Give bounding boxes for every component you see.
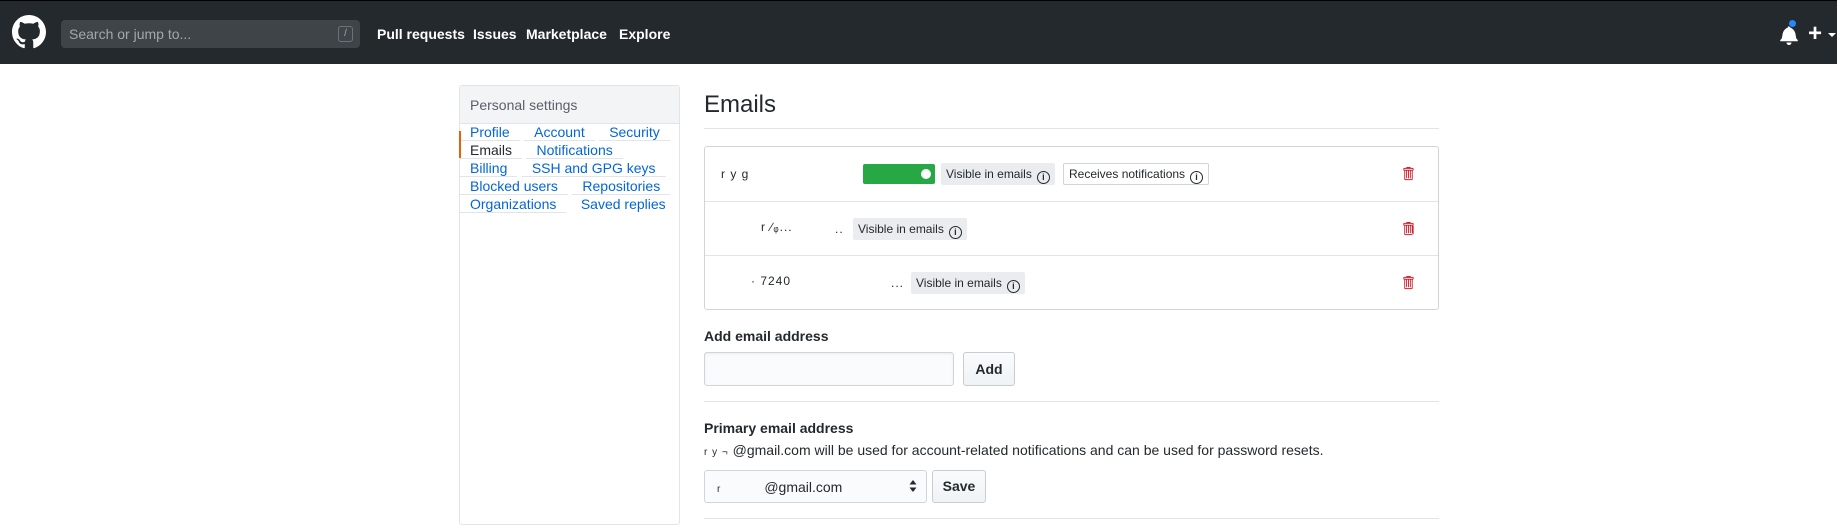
primary-email-label: Primary email address xyxy=(704,420,854,436)
redacted-username: r xyxy=(717,484,721,495)
visible-in-emails-badge: Visible in emails i xyxy=(941,163,1055,185)
create-dropdown-caret-icon[interactable] xyxy=(1828,33,1836,37)
notification-unread-dot xyxy=(1788,19,1797,28)
email-list: r y g Visible in emails i Receives notifi… xyxy=(704,146,1439,310)
add-email-label: Add email address xyxy=(704,328,829,344)
email-row: r y g Visible in emails i Receives notifi… xyxy=(705,147,1438,201)
delete-trash-icon[interactable] xyxy=(1402,275,1414,290)
badge-label: Receives notifications xyxy=(1069,167,1186,181)
add-email-button[interactable]: Add xyxy=(963,352,1015,386)
badge-label: Visible in emails xyxy=(946,167,1032,181)
create-new-icon[interactable]: + xyxy=(1808,22,1822,46)
search-shortcut-key: / xyxy=(338,26,353,42)
nav-pull-requests[interactable]: Pull requests xyxy=(377,26,465,42)
selected-email-domain: @gmail.com xyxy=(764,479,843,495)
nav-explore[interactable]: Explore xyxy=(619,26,670,42)
sidebar-item-organizations[interactable]: Organizations xyxy=(460,185,567,213)
email-address-ellipsis: .. xyxy=(835,222,844,236)
delete-trash-icon[interactable] xyxy=(1402,166,1414,181)
email-address-ellipsis: ... xyxy=(891,276,905,290)
settings-sidebar: Personal settings Profile Account Securi… xyxy=(459,85,680,525)
select-arrows-icon xyxy=(909,480,917,492)
github-logo-icon[interactable] xyxy=(12,15,46,49)
nav-marketplace[interactable]: Marketplace xyxy=(526,26,607,42)
primary-email-description: r y ¬ @gmail.com will be used for accoun… xyxy=(704,442,1323,458)
info-icon[interactable]: i xyxy=(1006,280,1020,293)
visible-in-emails-badge: Visible in emails i xyxy=(853,218,967,240)
email-row: r ∕ᵩ... .. Visible in emails i xyxy=(705,201,1438,255)
section-divider xyxy=(704,401,1439,402)
email-address: · 7240 xyxy=(751,274,792,288)
email-row: · 7240 ... Visible in emails i xyxy=(705,255,1438,309)
primary-email-description-text: @gmail.com will be used for account-rela… xyxy=(732,442,1324,458)
delete-trash-icon[interactable] xyxy=(1402,221,1414,236)
email-address: r y g xyxy=(721,167,750,181)
info-icon[interactable]: i xyxy=(1190,171,1204,184)
nav-issues[interactable]: Issues xyxy=(473,26,517,42)
sidebar-item-saved-replies[interactable]: Saved replies xyxy=(571,185,676,212)
redacted-username: r y ¬ xyxy=(704,447,729,458)
email-address: r ∕ᵩ... xyxy=(761,220,793,234)
search-placeholder: Search or jump to... xyxy=(69,26,192,42)
badge-label: Visible in emails xyxy=(858,222,944,236)
title-divider xyxy=(704,128,1439,129)
primary-email-select[interactable]: r @gmail.com xyxy=(704,470,927,503)
receives-notifications-badge: Receives notifications i xyxy=(1063,163,1210,185)
visible-in-emails-badge: Visible in emails i xyxy=(911,272,1025,294)
search-input[interactable]: Search or jump to... / xyxy=(61,20,360,48)
add-email-input[interactable] xyxy=(704,352,954,386)
info-icon[interactable]: i xyxy=(1036,171,1050,184)
save-primary-email-button[interactable]: Save xyxy=(932,470,986,503)
redaction-mark-knob xyxy=(919,167,933,181)
global-header: Search or jump to... / Pull requests Iss… xyxy=(0,0,1837,64)
info-icon[interactable]: i xyxy=(948,226,962,239)
notifications-bell-icon[interactable] xyxy=(1780,25,1798,45)
primary-email-selected: r @gmail.com xyxy=(717,479,842,495)
page-title: Emails xyxy=(704,91,777,118)
section-divider xyxy=(704,518,1439,519)
badge-label: Visible in emails xyxy=(916,276,1002,290)
